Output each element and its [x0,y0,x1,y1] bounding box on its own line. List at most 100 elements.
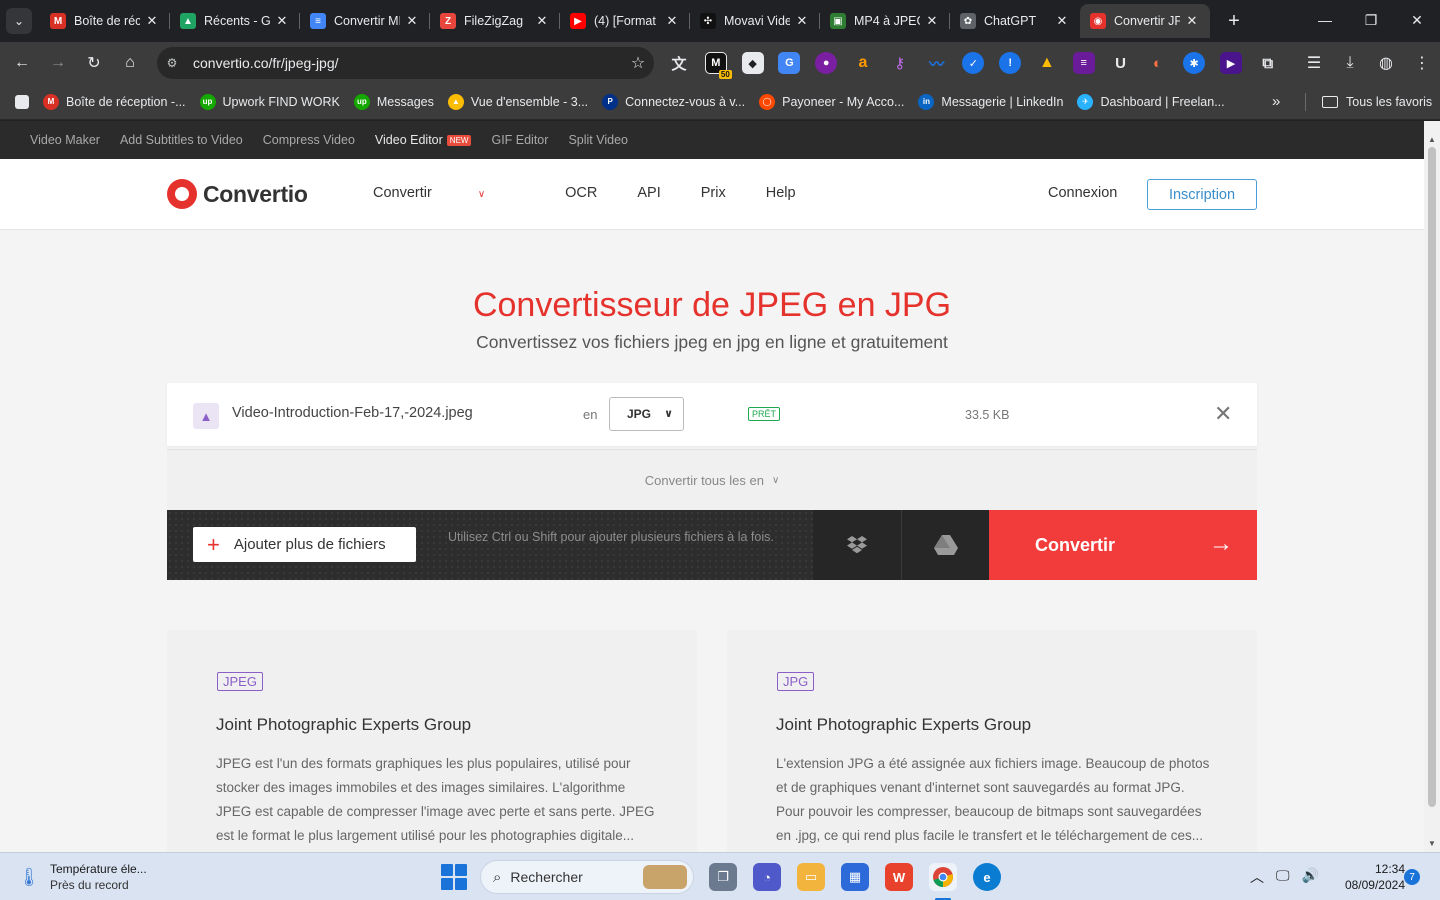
microsoft-store-icon[interactable]: ▦ [841,863,869,891]
browser-tab[interactable]: ▲ Récents - Google Drive ✕ [169,4,300,38]
home-button[interactable]: ⌂ [112,47,148,79]
convert-all-dropdown[interactable]: Convertir tous les en ∨ [167,449,1257,510]
nav-api[interactable]: API [637,185,660,201]
bookmark-item[interactable]: ◯ Payoneer - My Acco... [759,93,904,110]
bookmark-item[interactable]: P Connectez-vous à v... [602,93,745,110]
close-tab-icon[interactable]: ✕ [664,13,680,29]
browser-tab[interactable]: Z FileZigZag ✕ [429,4,560,38]
check-extension-icon[interactable]: ✓ [962,52,985,74]
close-tab-icon[interactable]: ✕ [1184,13,1200,29]
close-tab-icon[interactable]: ✕ [404,13,420,29]
browser-tab[interactable]: M Boîte de réception ✕ [40,4,170,38]
wave-extension-icon[interactable]: 〰 [926,52,948,74]
login-link[interactable]: Connexion [1048,185,1117,201]
promo-link[interactable]: Add Subtitles to Video [120,133,243,147]
browser-tab[interactable]: ✣ Movavi Video ✕ [689,4,820,38]
taskbar-search[interactable]: ⌕ Rechercher [480,860,694,894]
browser-tab[interactable]: ≡ Convertir MP4 en JPG ✕ [299,4,430,38]
close-tab-icon[interactable]: ✕ [1054,13,1070,29]
volume-icon[interactable]: 🔊 [1302,867,1319,887]
minimize-button[interactable]: — [1302,0,1348,40]
profile-avatar[interactable]: ◍ [1368,53,1404,73]
file-explorer-icon[interactable]: ▭ [797,863,825,891]
nav-help[interactable]: Help [766,185,796,201]
forward-button[interactable]: → [40,47,76,79]
start-button[interactable] [441,864,467,890]
amazon-extension-icon[interactable]: a [852,52,874,74]
bookmark-item[interactable]: in Messagerie | LinkedIn [918,93,1063,110]
url-text[interactable]: convertio.co/fr/jpeg-jpg/ [187,55,622,71]
scroll-up-icon[interactable]: ▲ [1428,135,1436,144]
close-tab-icon[interactable]: ✕ [534,13,550,29]
bookmark-item[interactable]: ✈ Dashboard | Freelan... [1077,93,1225,110]
address-bar[interactable]: ⚙ convertio.co/fr/jpeg-jpg/ ☆ [157,47,654,79]
puzzle-extensions-icon[interactable]: ⧉ [1257,52,1279,74]
gear-extension-icon[interactable]: ✱ [1183,52,1206,74]
nav-ocr[interactable]: OCR [565,185,597,201]
remove-file-icon[interactable]: ✕ [1214,401,1232,427]
downloads-icon[interactable]: ⤓ [1332,54,1368,72]
bookmark-item[interactable]: up Upwork FIND WORK [199,93,340,110]
teams-chat-icon[interactable]: ◔ [753,863,781,891]
browser-tab[interactable]: ◉ Convertir JPEG ✕ [1080,4,1210,38]
page-scrollbar[interactable]: ▲ ▼ [1424,121,1440,852]
bell-extension-icon[interactable]: ▲ [1036,52,1058,74]
promo-link[interactable]: Video Maker [30,133,100,147]
restore-button[interactable]: ❐ [1348,0,1394,40]
download-manager-extension-icon[interactable]: M 50 [704,52,732,79]
bookmarks-overflow-icon[interactable]: » [1272,93,1280,110]
close-tab-icon[interactable]: ✕ [144,13,160,29]
translate-extension-icon[interactable]: 文 [668,52,690,74]
edge-icon[interactable]: e [973,863,1001,891]
close-window-button[interactable]: ✕ [1394,0,1440,40]
format-badge[interactable]: JPG [777,672,815,691]
scrollbar-thumb[interactable] [1428,147,1436,807]
cube-extension-icon[interactable]: ◆ [741,52,764,74]
play-extension-icon[interactable]: ▶ [1219,52,1242,74]
dropbox-button[interactable] [813,510,901,580]
flame-extension-icon[interactable]: ◐ [1146,52,1168,74]
more-menu-icon[interactable]: ⋮ [1404,53,1440,73]
apps-icon[interactable] [15,94,29,109]
notification-badge[interactable]: 7 [1404,869,1420,885]
network-icon[interactable]: 🖵 [1276,867,1290,887]
site-info-icon[interactable]: ⚙ [157,56,187,70]
list-extension-icon[interactable]: ≡ [1072,52,1095,74]
close-tab-icon[interactable]: ✕ [274,13,290,29]
back-button[interactable]: ← [4,47,40,79]
nav-pricing[interactable]: Prix [701,185,726,201]
wps-office-icon[interactable]: W [885,863,913,891]
circle-extension-icon[interactable]: ● [815,52,838,74]
promo-link[interactable]: Video Editor NEW [375,133,472,147]
convertio-logo[interactable]: Convertio [167,179,308,209]
close-tab-icon[interactable]: ✕ [794,13,810,29]
clock[interactable]: 12:34 08/09/2024 [1325,861,1405,893]
new-tab-button[interactable]: + [1220,7,1248,35]
chrome-taskbar-icon[interactable] [929,863,957,891]
scroll-down-icon[interactable]: ▼ [1428,839,1436,848]
promo-link[interactable]: GIF Editor [491,133,548,147]
nav-convert[interactable]: Convertir ∨ [373,185,525,201]
reading-list-icon[interactable]: ☰ [1296,53,1332,73]
tab-search-button[interactable]: ⌄ [6,8,32,34]
weather-widget[interactable]: 🌡 Température éle... Près du record [18,861,147,893]
format-select[interactable]: JPG ∨ [609,397,684,431]
promo-link[interactable]: Compress Video [263,133,355,147]
signup-button[interactable]: Inscription [1147,179,1257,210]
bookmark-star-icon[interactable]: ☆ [622,53,654,73]
browser-tab[interactable]: ▶ (4) [Format ✕ [559,4,690,38]
bookmark-item[interactable]: M Boîte de réception -... [43,93,186,110]
convert-button[interactable]: Convertir → [989,510,1257,580]
all-bookmarks-folder[interactable]: Tous les favoris [1322,95,1432,109]
add-files-button[interactable]: + Ajouter plus de fichiers [193,527,416,562]
reload-button[interactable]: ↻ [76,47,112,79]
browser-tab[interactable]: ✿ ChatGPT ✕ [949,4,1080,38]
info-extension-icon[interactable]: ! [999,52,1022,74]
format-badge[interactable]: JPEG [217,672,263,691]
browser-tab[interactable]: ▣ MP4 à JPEG ✕ [819,4,950,38]
key-extension-icon[interactable]: ⚷ [889,52,911,74]
promo-link[interactable]: Split Video [568,133,628,147]
close-tab-icon[interactable]: ✕ [924,13,940,29]
task-view-icon[interactable]: ❐ [709,863,737,891]
bookmark-item[interactable]: up Messages [353,93,434,110]
